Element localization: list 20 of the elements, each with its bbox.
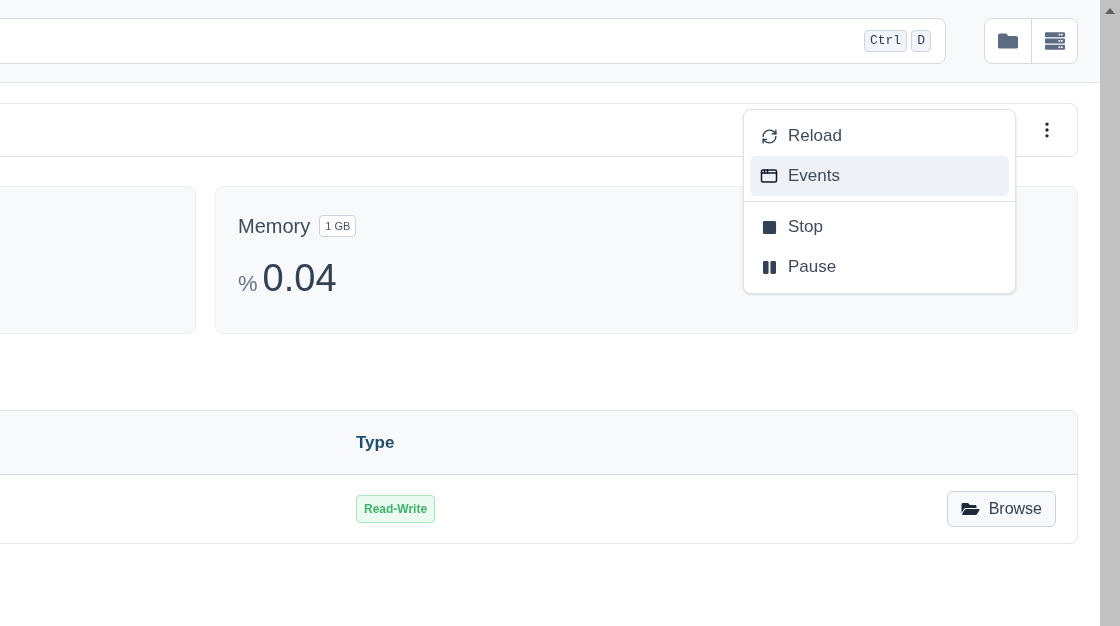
stat-title: Memory <box>238 214 311 239</box>
type-badge: Read-Write <box>356 495 436 523</box>
stat-value: 0.04 <box>262 259 337 297</box>
folder-icon <box>960 501 980 517</box>
refresh-icon <box>760 127 778 145</box>
window-icon <box>760 167 778 185</box>
stop-icon <box>761 219 777 235</box>
browse-button[interactable]: Browse <box>946 491 1056 527</box>
scroll-up-icon[interactable] <box>1105 8 1115 14</box>
key-cap: D <box>911 30 931 52</box>
server-icon <box>1043 31 1066 51</box>
search-field[interactable]: Ctrl D <box>0 18 946 64</box>
unit-label: % <box>238 270 258 298</box>
column-header: Type <box>356 431 395 454</box>
pause-icon <box>762 259 776 275</box>
menu-item[interactable]: Events <box>750 156 1009 196</box>
key-cap: Ctrl <box>863 30 908 52</box>
folder-icon <box>997 31 1019 51</box>
size-badge: 1 GB <box>319 214 357 238</box>
scrollbar[interactable] <box>1100 0 1120 626</box>
